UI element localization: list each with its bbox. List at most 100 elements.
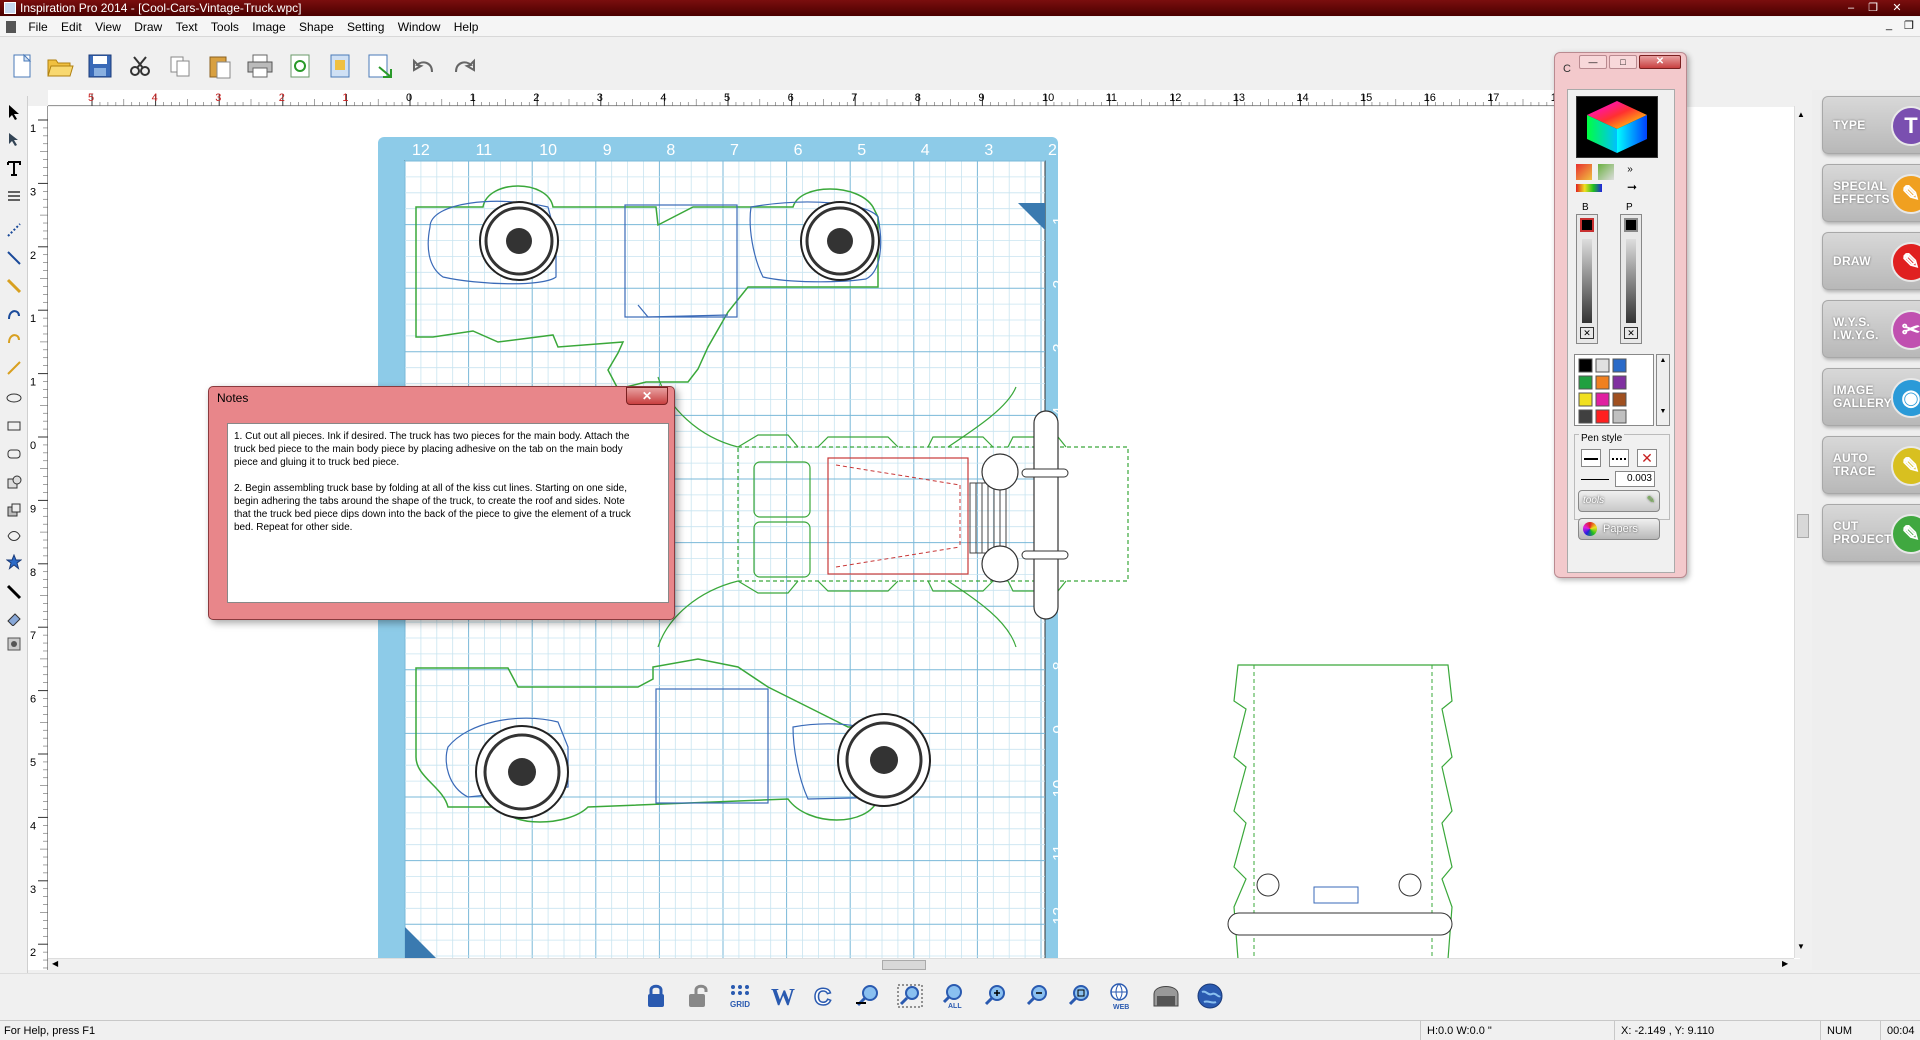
bezier-tool-icon[interactable] (4, 358, 24, 378)
palette-maximize-button[interactable]: □ (1609, 55, 1637, 69)
color-swatch[interactable] (1612, 375, 1627, 390)
color-swatch[interactable] (1578, 409, 1593, 424)
scroll-up-icon[interactable]: ▲ (1797, 110, 1805, 119)
paste-icon[interactable] (204, 50, 236, 82)
menu-draw[interactable]: Draw (129, 17, 167, 37)
palette-more-icon[interactable]: » (1622, 164, 1638, 180)
web-icon[interactable]: WEB (1106, 980, 1138, 1012)
panel-button-auto-trace[interactable]: AUTO TRACE ✎ (1822, 436, 1920, 494)
palette-close-button[interactable]: ✕ (1639, 55, 1681, 69)
panel-button-type[interactable]: TYPE T (1822, 96, 1920, 154)
color-swatch[interactable] (1578, 392, 1593, 407)
zoom-out-icon[interactable] (1022, 980, 1054, 1012)
zoom-in-icon[interactable] (980, 980, 1012, 1012)
node-select-icon[interactable] (4, 130, 24, 150)
open-folder-icon[interactable] (44, 50, 76, 82)
doc-restore-button[interactable]: ❐ (1904, 19, 1914, 32)
select-arrow-icon[interactable] (4, 102, 24, 122)
export-icon[interactable] (364, 50, 396, 82)
pen-opacity-slider[interactable]: ✕ (1620, 214, 1642, 344)
vertical-scroll-thumb[interactable] (1797, 514, 1809, 538)
shadow-tool-icon[interactable] (4, 526, 24, 546)
pen-width-input[interactable]: 0.003 (1615, 471, 1655, 487)
restore-button[interactable]: ❐ (1862, 0, 1884, 16)
scroll-left-icon[interactable]: ◀ (52, 959, 58, 968)
undo-icon[interactable] (408, 50, 440, 82)
globe-icon[interactable] (1194, 980, 1226, 1012)
zoom-selection-icon[interactable] (894, 980, 926, 1012)
arrow-style-icon[interactable]: ➞ (1622, 180, 1642, 194)
line-tool-icon[interactable] (4, 248, 24, 268)
papers-button[interactable]: Papers (1578, 518, 1660, 540)
color-swatch[interactable] (1578, 358, 1593, 373)
minimize-button[interactable]: – (1840, 0, 1862, 16)
tools-button[interactable]: tools ✎ (1578, 490, 1660, 512)
color-swatch[interactable] (1595, 392, 1610, 407)
text-tool-icon[interactable] (4, 158, 24, 178)
unlock-icon[interactable] (682, 980, 714, 1012)
solid-line-icon[interactable] (1581, 449, 1601, 467)
panel-button-special-effects[interactable]: SPECIAL EFFECTS ✎ (1822, 164, 1920, 222)
palette-minimize-button[interactable]: — (1579, 55, 1607, 69)
star-tool-icon[interactable] (4, 552, 24, 572)
color-swatch[interactable] (1595, 409, 1610, 424)
grid-icon[interactable]: GRID (726, 980, 758, 1012)
zoom-previous-icon[interactable] (852, 980, 884, 1012)
save-icon[interactable] (84, 50, 116, 82)
dashed-line-icon[interactable] (1609, 449, 1629, 467)
weld-w-icon[interactable]: W (768, 980, 800, 1012)
horizontal-scroll-thumb[interactable] (882, 960, 926, 970)
curve-tool-icon[interactable] (4, 328, 24, 348)
cut-icon[interactable] (124, 50, 156, 82)
menu-tools[interactable]: Tools (206, 17, 244, 37)
doc-minimize-button[interactable]: _ (1886, 19, 1892, 31)
menu-setting[interactable]: Setting (342, 17, 389, 37)
import-icon[interactable] (324, 50, 356, 82)
rectangle-tool-icon[interactable] (4, 416, 24, 436)
machine-icon[interactable] (1150, 980, 1182, 1012)
panel-button-draw[interactable]: DRAW ✎ (1822, 232, 1920, 290)
color-swatch[interactable] (1595, 375, 1610, 390)
menu-image[interactable]: Image (247, 17, 290, 37)
close-window-button[interactable]: ✕ (1886, 0, 1908, 16)
eyedropper-icon[interactable] (1598, 164, 1614, 180)
stamp-tool-icon[interactable] (4, 634, 24, 654)
horizontal-scrollbar[interactable]: ◀ ▶ (48, 958, 1794, 972)
brush-opacity-slider[interactable]: ✕ (1576, 214, 1598, 344)
menu-view[interactable]: View (90, 17, 126, 37)
text-path-icon[interactable] (4, 186, 24, 206)
color-swatch[interactable] (1578, 375, 1593, 390)
fill-color-swatch[interactable] (1576, 164, 1592, 180)
shape-tool-icon[interactable] (4, 472, 24, 492)
scroll-down-icon[interactable]: ▼ (1797, 942, 1805, 951)
copy-icon[interactable] (164, 50, 196, 82)
color-swatch[interactable] (1612, 392, 1627, 407)
refresh-icon[interactable] (284, 50, 316, 82)
menu-edit[interactable]: Edit (56, 17, 87, 37)
panel-button-w-y-s-i-w-y-g[interactable]: W.Y.S. I.W.Y.G. ✂ (1822, 300, 1920, 358)
vertical-scrollbar[interactable]: ▲ ▼ (1794, 106, 1812, 958)
color-swatch[interactable] (1612, 409, 1627, 424)
notes-text-area[interactable]: 1. Cut out all pieces. Ink if desired. T… (227, 423, 669, 603)
no-line-icon[interactable]: ✕ (1637, 449, 1657, 467)
menu-shape[interactable]: Shape (294, 17, 339, 37)
knife-tool-icon[interactable] (4, 582, 24, 602)
menu-text[interactable]: Text (171, 17, 203, 37)
redo-icon[interactable] (448, 50, 480, 82)
menu-help[interactable]: Help (449, 17, 484, 37)
swatch-scrollbar[interactable]: ▲ ▼ (1656, 354, 1670, 426)
color-swatch[interactable] (1612, 358, 1627, 373)
zoom-fit-icon[interactable] (1064, 980, 1096, 1012)
pencil-tool-icon[interactable] (4, 276, 24, 296)
scroll-right-icon[interactable]: ▶ (1782, 959, 1788, 968)
notes-close-button[interactable]: ✕ (626, 387, 668, 405)
eraser-tool-icon[interactable] (4, 608, 24, 628)
color-swatch[interactable] (1595, 358, 1610, 373)
rounded-rect-tool-icon[interactable] (4, 444, 24, 464)
weld-tool-icon[interactable] (4, 500, 24, 520)
new-file-icon[interactable] (6, 50, 38, 82)
ellipse-tool-icon[interactable] (4, 388, 24, 408)
zoom-all-icon[interactable]: ALL (938, 980, 970, 1012)
color-picker-cube[interactable] (1576, 96, 1658, 158)
gradient-swatch[interactable] (1576, 184, 1602, 192)
